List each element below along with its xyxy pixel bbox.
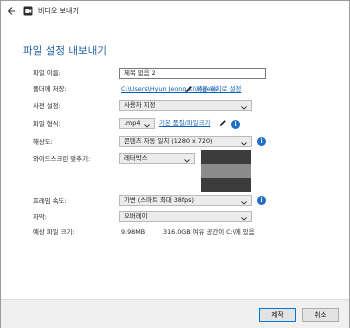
back-arrow-icon[interactable] bbox=[6, 6, 16, 16]
resolution-label: 해상도: bbox=[33, 138, 53, 146]
pencil-icon[interactable] bbox=[219, 119, 227, 127]
free-space: 316.0GB 여유 공간이 C:\에 있음 bbox=[163, 228, 255, 236]
estimate-label: 예상 파일 크기: bbox=[33, 228, 75, 236]
chevron-down-icon bbox=[144, 122, 150, 128]
filename-label: 파일 이름: bbox=[33, 69, 61, 77]
resolution-dropdown[interactable]: 콘텐츠 자동 일치 (1280 x 720) bbox=[119, 136, 252, 147]
preset-dropdown[interactable]: 사용자 지정 bbox=[119, 100, 252, 111]
pencil-icon[interactable] bbox=[185, 85, 193, 93]
chevron-down-icon bbox=[184, 157, 190, 163]
widescreen-value: 레터박스 bbox=[124, 154, 148, 162]
chevron-down-icon bbox=[241, 199, 247, 205]
format-label: 파일 형식: bbox=[33, 120, 61, 128]
framerate-value: 가변 (스마트 최대 38fps) bbox=[124, 196, 195, 204]
framerate-label: 프레임 속도: bbox=[33, 197, 67, 205]
quality-filesize-link[interactable]: 기본 품질/파일크기 bbox=[159, 119, 210, 128]
letterbox-preview bbox=[201, 150, 251, 192]
filename-input[interactable]: 제목 없음 2 bbox=[119, 68, 266, 79]
chevron-down-icon bbox=[241, 140, 247, 146]
window-title: 비디오 보내기 bbox=[38, 7, 79, 15]
app-icon bbox=[23, 6, 33, 16]
estimated-size: 9.98MB bbox=[121, 228, 146, 236]
widescreen-dropdown[interactable]: 레터박스 bbox=[119, 153, 195, 164]
subtitles-value: 오버레이 bbox=[124, 212, 148, 220]
reset-folder-link[interactable]: 기본 위치로 설정 bbox=[196, 85, 241, 94]
title-bar: 비디오 보내기 bbox=[1, 1, 349, 21]
export-video-window: 비디오 보내기 파일 설정 내보내기 파일 이름: 제목 없음 2 폴더에 저장… bbox=[0, 0, 350, 328]
export-button[interactable]: 제작 bbox=[259, 308, 296, 322]
info-icon[interactable]: i bbox=[257, 137, 266, 146]
resolution-value: 콘텐츠 자동 일치 (1280 x 720) bbox=[124, 137, 213, 145]
info-icon[interactable]: i bbox=[231, 120, 240, 129]
preset-value: 사용자 지정 bbox=[124, 101, 156, 109]
widescreen-label: 와이드스크린 맞추기: bbox=[33, 155, 91, 163]
format-dropdown[interactable]: .mp4 bbox=[119, 118, 155, 129]
format-value: .mp4 bbox=[124, 119, 141, 127]
preview-video-band bbox=[201, 164, 251, 178]
page-title: 파일 설정 내보내기 bbox=[23, 45, 107, 57]
framerate-dropdown[interactable]: 가변 (스마트 최대 38fps) bbox=[119, 195, 252, 206]
chevron-down-icon bbox=[241, 215, 247, 221]
info-icon[interactable]: i bbox=[257, 196, 266, 205]
subtitles-dropdown[interactable]: 오버레이 bbox=[119, 211, 252, 222]
save-folder-label: 폴더에 저장: bbox=[33, 85, 67, 93]
subtitles-label: 자막: bbox=[33, 213, 47, 221]
preset-label: 사전 설정: bbox=[33, 102, 61, 110]
cancel-button[interactable]: 취소 bbox=[302, 308, 339, 322]
footer-bar: 제작 취소 bbox=[1, 299, 349, 328]
chevron-down-icon bbox=[241, 104, 247, 110]
